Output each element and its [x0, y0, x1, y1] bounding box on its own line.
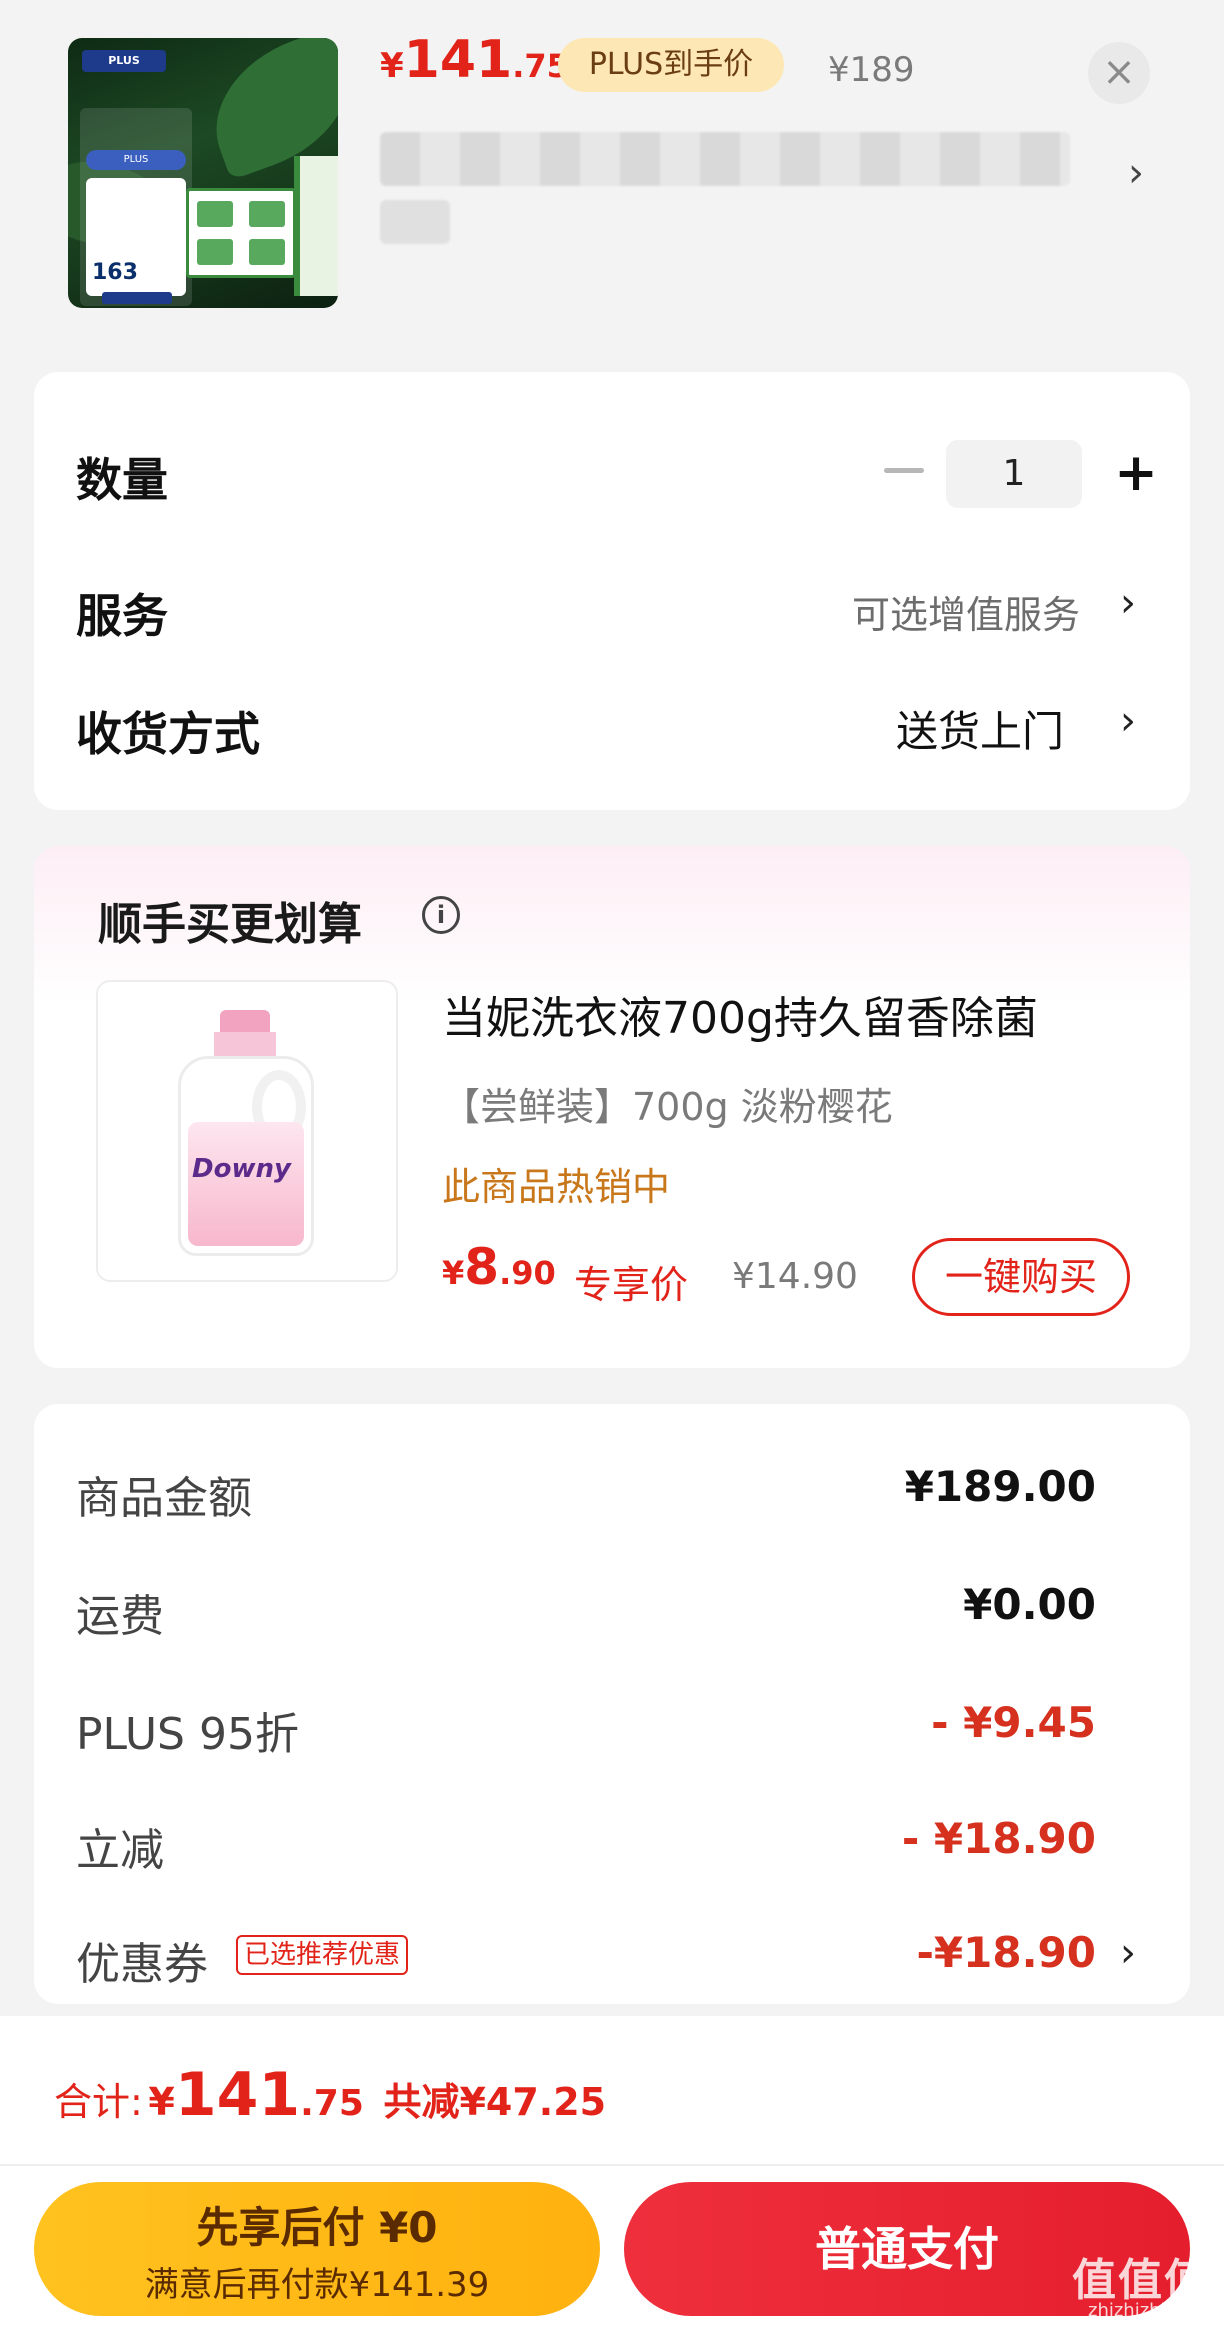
- addon-product-spec: 【尝鲜装】700g 淡粉樱花: [442, 1085, 893, 1129]
- quantity-plus-button[interactable]: +: [1102, 440, 1170, 508]
- total-decimal: .75: [300, 2083, 364, 2124]
- goods-amount-label: 商品金额: [76, 1473, 252, 1524]
- instant-discount-value: - ¥18.90: [901, 1814, 1096, 1863]
- total-currency: ¥: [148, 2080, 175, 2124]
- delivery-label: 收货方式: [76, 707, 260, 761]
- instant-discount-label: 立减: [76, 1825, 164, 1876]
- total-label: 合计:: [54, 2080, 143, 2124]
- price-currency: ¥: [380, 46, 404, 86]
- total-summary: 合计: ¥141.75 共减¥47.25: [54, 2060, 606, 2130]
- promo-price: 163: [92, 260, 138, 285]
- plus-discount-label: PLUS 95折: [76, 1709, 299, 1760]
- shipping-label: 运费: [76, 1591, 164, 1642]
- info-icon[interactable]: i: [422, 896, 460, 934]
- milk-carton: [294, 156, 338, 296]
- quantity-input[interactable]: 1: [946, 440, 1082, 508]
- plus-discount-value: - ¥9.45: [931, 1698, 1096, 1747]
- quantity-minus-button[interactable]: [884, 468, 924, 473]
- service-value[interactable]: 可选增值服务: [852, 584, 1080, 639]
- one-click-buy-button[interactable]: 一键购买: [912, 1238, 1130, 1316]
- product-price: ¥141.75: [380, 30, 569, 90]
- addon-price-integer: 8: [464, 1238, 500, 1296]
- chevron-right-icon[interactable]: ›: [1120, 698, 1136, 744]
- blurred-spec-text[interactable]: [380, 132, 1070, 186]
- quantity-label: 数量: [76, 453, 168, 507]
- price-integer: 141: [403, 30, 513, 90]
- brand-logo: PLUS: [82, 50, 166, 72]
- total-saved: 共减¥47.25: [383, 2080, 607, 2124]
- addon-product-title[interactable]: 当妮洗衣液700g持久留香除菌: [442, 982, 1038, 1046]
- coupon-value[interactable]: -¥18.90: [800, 1928, 1096, 1977]
- addon-product-image[interactable]: Downy: [96, 980, 398, 1282]
- watermark-logo: 值值值: [1072, 2255, 1210, 2306]
- blurred-spec-text: [380, 200, 450, 244]
- detergent-bottle-image: Downy: [178, 1010, 314, 1260]
- service-label: 服务: [76, 589, 168, 643]
- pay-later-button[interactable]: 先享后付 ¥0 满意后再付款¥141.39: [34, 2182, 600, 2316]
- bottle-logo: Downy: [192, 1154, 291, 1184]
- product-thumbnail[interactable]: PLUS PLUS 163: [68, 38, 338, 308]
- chevron-right-icon[interactable]: ›: [1128, 150, 1144, 196]
- milk-box: [186, 188, 296, 278]
- addon-price-decimal: .90: [499, 1254, 556, 1292]
- promo-badge: PLUS: [86, 150, 186, 170]
- plus-price-badge: PLUS到手价: [558, 38, 784, 92]
- delivery-value[interactable]: 送货上门: [896, 698, 1064, 759]
- total-integer: 141: [174, 2060, 301, 2130]
- addon-hot-label: 此商品热销中: [442, 1165, 671, 1209]
- goods-amount-value: ¥189.00: [904, 1462, 1096, 1511]
- pay-later-subtitle: 满意后再付款¥141.39: [144, 2265, 490, 2305]
- promo-button: [102, 292, 172, 304]
- divider: [0, 2164, 1224, 2166]
- addon-price: ¥8.90: [442, 1238, 556, 1296]
- close-icon[interactable]: ×: [1088, 42, 1150, 104]
- addon-section-title: 顺手买更划算: [98, 899, 362, 950]
- pay-later-title: 先享后付 ¥0: [196, 2203, 438, 2252]
- addon-price-tag: 专享价: [574, 1263, 689, 1307]
- coupon-label: 优惠券: [76, 1939, 208, 1990]
- chevron-right-icon[interactable]: ›: [1120, 580, 1136, 626]
- addon-price-currency: ¥: [442, 1254, 465, 1292]
- original-price: ¥189: [828, 50, 915, 90]
- addon-original-price: ¥14.90: [732, 1256, 858, 1297]
- watermark-url: zhizhizhi.com: [1088, 2300, 1210, 2321]
- chevron-right-icon[interactable]: ›: [1120, 1930, 1136, 1976]
- coupon-recommended-badge: 已选推荐优惠: [236, 1935, 409, 1975]
- shipping-value: ¥0.00: [963, 1580, 1096, 1629]
